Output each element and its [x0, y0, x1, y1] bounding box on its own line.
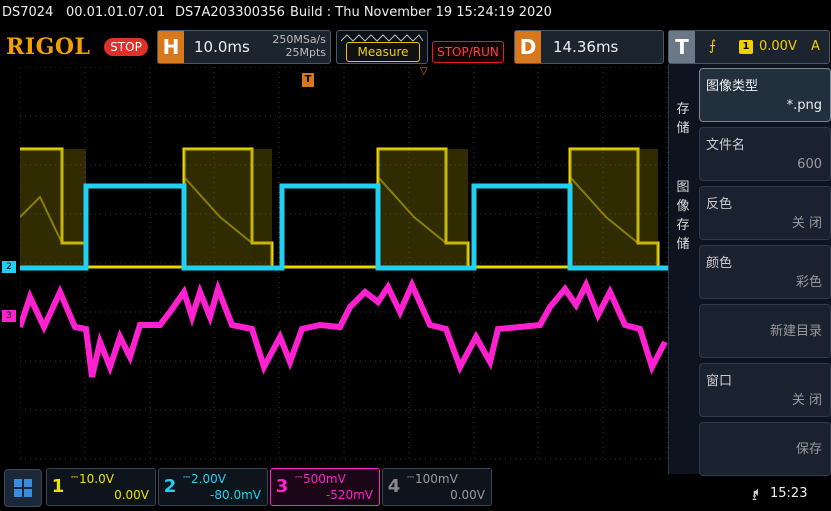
waveform-display[interactable]: [17, 66, 668, 460]
horizontal-icon: H: [158, 31, 184, 63]
acquisition-info: 250MSa/s 25Mpts: [262, 33, 326, 59]
memory-depth: 25Mpts: [285, 46, 326, 59]
trigger-delay-marker: ▽: [420, 66, 428, 77]
stop-run-button[interactable]: STOP/RUN: [432, 41, 504, 63]
channel-2-number: 2: [163, 476, 177, 497]
channel-2-box[interactable]: 2 ⎓ 2.00V -80.0mV: [158, 468, 268, 506]
menu-color[interactable]: 颜色 彩色: [699, 245, 831, 299]
menu-file-name[interactable]: 文件名 600: [699, 127, 831, 181]
grid-menu-icon: [14, 479, 32, 497]
firmware-version: 00.01.01.07.01: [66, 5, 166, 20]
channel-4-box[interactable]: 4 ⎓ 100mV 0.00V: [382, 468, 492, 506]
dc-coupling-icon: ⎓: [407, 473, 415, 483]
run-state-badge[interactable]: STOP: [104, 38, 148, 56]
ch3-ground-marker[interactable]: 3: [2, 310, 16, 322]
ch2-ground-marker[interactable]: 2: [2, 261, 16, 273]
delay-settings[interactable]: D 14.36ms: [514, 30, 664, 64]
trigger-icon: T: [669, 31, 695, 63]
delay-icon: D: [515, 31, 541, 63]
menu-new-folder[interactable]: 新建目录: [699, 304, 831, 358]
menu-image-type[interactable]: 图像类型 *.png: [699, 68, 831, 122]
channel-2-offset: -80.0mV: [210, 488, 261, 502]
trigger-mode: A: [811, 39, 820, 54]
model-label: DS7024: [2, 5, 54, 20]
trigger-position-marker[interactable]: T: [302, 73, 314, 87]
channel-1-scale: 10.0V: [79, 472, 114, 486]
rigol-logo: RIGOL: [6, 34, 91, 60]
dc-coupling-icon: ⎓: [183, 473, 191, 483]
channel-2-scale: 2.00V: [191, 472, 226, 486]
channel-3-number: 3: [275, 476, 289, 497]
delay-value: 14.36ms: [553, 38, 619, 56]
channel-1-box[interactable]: 1 ⎓ 10.0V 0.00V: [46, 468, 156, 506]
channel-1-offset: 0.00V: [114, 488, 149, 502]
save-menu-panel: 存 储 图 像 存 储 图像类型 *.png 文件名 600 反色 关 闭 颜色…: [668, 64, 831, 476]
channel-3-offset: -520mV: [325, 488, 373, 502]
channel-4-offset: 0.00V: [450, 488, 485, 502]
channel-3-scale: 500mV: [303, 472, 346, 486]
sample-rate: 250MSa/s: [272, 33, 326, 46]
channel-1-number: 1: [51, 476, 65, 497]
build-info: Build : Thu November 19 15:24:19 2020: [290, 5, 552, 20]
channel-4-scale: 100mV: [415, 472, 458, 486]
measure-button[interactable]: Measure: [346, 42, 420, 62]
speaker-icon: 🔈︎: [754, 485, 762, 500]
home-menu-button[interactable]: [4, 469, 42, 507]
channel-4-number: 4: [387, 476, 401, 497]
trigger-source: 1: [739, 40, 753, 54]
clock: 15:23: [770, 486, 808, 501]
menu-window[interactable]: 窗口 关 闭: [699, 363, 831, 417]
ch3-trace: [17, 277, 668, 378]
tab-storage[interactable]: 存 储: [669, 100, 697, 138]
tab-image-storage[interactable]: 图 像 存 储: [669, 178, 697, 254]
bottom-status-bar: 1 ⎓ 10.0V 0.00V 2 ⎓ 2.00V -80.0mV 3 ⎓ 50…: [0, 463, 831, 511]
ch1-shading: [20, 149, 658, 267]
rising-edge-icon: ⨍: [709, 38, 717, 54]
channel-3-box[interactable]: 3 ⎓ 500mV -520mV: [270, 468, 380, 506]
trigger-settings[interactable]: T ⨍ 1 0.00V A: [668, 30, 830, 64]
serial-number: DS7A203300356: [175, 5, 285, 20]
timebase-value: 10.0ms: [194, 38, 250, 56]
waveform-svg: [17, 66, 668, 460]
system-info-bar: DS7024 00.01.01.07.01 DS7A203300356 Buil…: [0, 0, 831, 28]
top-toolbar: RIGOL STOP H 10.0ms 250MSa/s 25Mpts Meas…: [0, 28, 831, 66]
horizontal-settings[interactable]: H 10.0ms 250MSa/s 25Mpts: [157, 30, 331, 64]
menu-invert[interactable]: 反色 关 闭: [699, 186, 831, 240]
dc-coupling-icon: ⎓: [295, 473, 303, 483]
trigger-level: 0.00V: [759, 39, 797, 54]
dc-coupling-icon: ⎓: [71, 473, 79, 483]
